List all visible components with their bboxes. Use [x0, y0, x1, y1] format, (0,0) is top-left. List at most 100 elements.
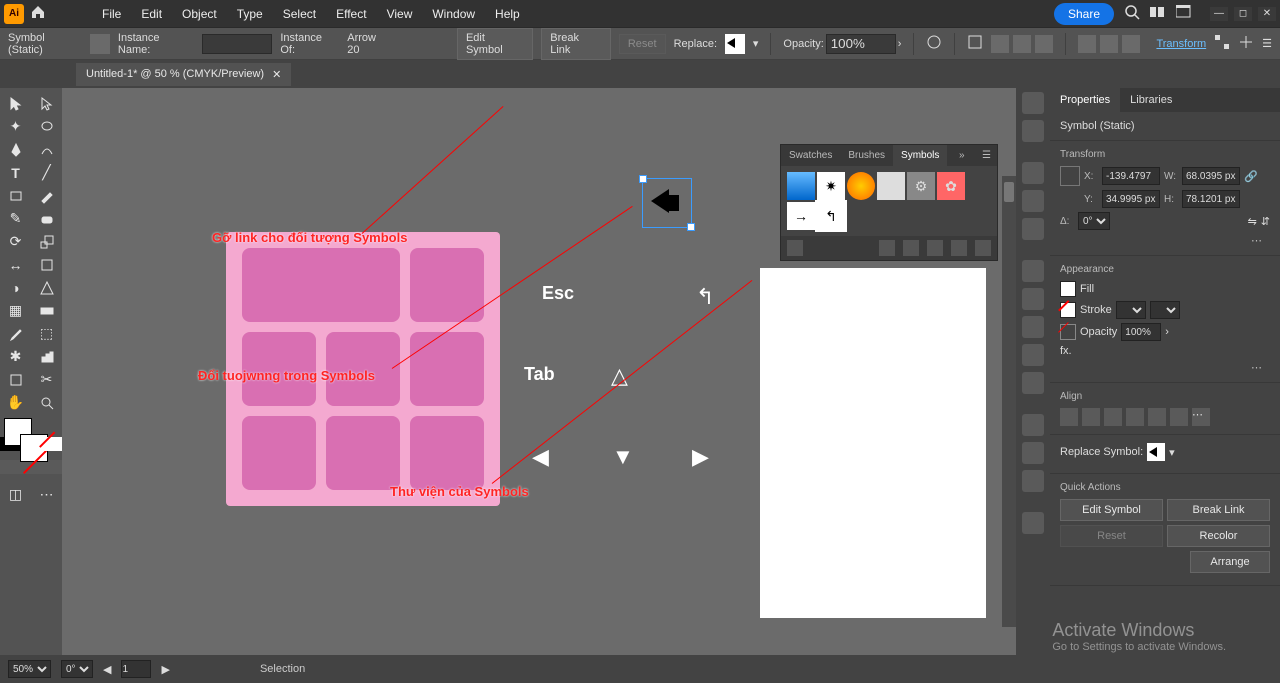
symbol-thumb-4[interactable]: [877, 172, 905, 200]
swatches-tab[interactable]: Swatches: [781, 145, 840, 166]
symbol-thumb-3[interactable]: [847, 172, 875, 200]
align-top-icon[interactable]: [1078, 35, 1096, 53]
align-hc-icon[interactable]: [1082, 408, 1100, 426]
x-input[interactable]: [1102, 167, 1160, 185]
selected-symbol-instance[interactable]: [642, 178, 692, 228]
none-mode-icon[interactable]: [41, 437, 62, 451]
blend-tool[interactable]: ⬚: [31, 322, 62, 345]
appearance-panel-icon[interactable]: [1022, 344, 1044, 366]
reference-point-icon[interactable]: [1060, 166, 1080, 186]
symbol-options-icon[interactable]: [927, 240, 943, 256]
brushes-tab[interactable]: Brushes: [840, 145, 893, 166]
symbol-libraries-icon[interactable]: [787, 240, 803, 256]
symbol-thumb-5[interactable]: ⚙: [907, 172, 935, 200]
menu-file[interactable]: File: [92, 7, 131, 21]
break-link-button[interactable]: Break Link: [541, 28, 611, 60]
recolor-icon[interactable]: [926, 34, 942, 53]
scale-tool[interactable]: [31, 230, 62, 253]
window-maximize[interactable]: ◻: [1234, 7, 1252, 21]
mesh-tool[interactable]: ▦: [0, 299, 31, 322]
edit-toolbar-icon[interactable]: ⋯: [31, 483, 62, 506]
menu-object[interactable]: Object: [172, 7, 227, 21]
align-bottom-icon[interactable]: [1122, 35, 1140, 53]
fx-label[interactable]: fx.: [1060, 345, 1072, 357]
stroke-profile-select[interactable]: [1150, 301, 1180, 319]
align-l-icon[interactable]: [1060, 408, 1078, 426]
delete-symbol-icon[interactable]: [975, 240, 991, 256]
replace-dropdown-icon[interactable]: ▾: [753, 37, 759, 50]
graph-tool[interactable]: [31, 345, 62, 368]
layers-panel-icon[interactable]: [1022, 414, 1044, 436]
symbols-tab[interactable]: Symbols: [893, 145, 947, 166]
menu-select[interactable]: Select: [273, 7, 326, 21]
shape-builder-tool[interactable]: ◑: [0, 276, 31, 299]
symbol-thumb-6[interactable]: ✿: [937, 172, 965, 200]
artboard-next-icon[interactable]: ▶: [161, 663, 169, 676]
symbol-type-icon[interactable]: [90, 34, 110, 54]
stroke-panel-icon[interactable]: [1022, 260, 1044, 282]
opacity-arrow-icon[interactable]: ›: [898, 38, 902, 50]
color-panel-icon[interactable]: [1022, 92, 1044, 114]
break-link-icon[interactable]: [903, 240, 919, 256]
window-close[interactable]: ✕: [1258, 7, 1276, 21]
menu-window[interactable]: Window: [422, 7, 485, 21]
close-tab-icon[interactable]: ✕: [272, 68, 281, 81]
new-symbol-icon[interactable]: [951, 240, 967, 256]
stroke-swatch[interactable]: [1060, 302, 1076, 318]
width-tool[interactable]: ↔: [0, 253, 31, 276]
menu-help[interactable]: Help: [485, 7, 530, 21]
fill-swatch[interactable]: [1060, 281, 1076, 297]
replace-symbol-dropdown-icon[interactable]: ▾: [1169, 446, 1175, 459]
direct-selection-tool[interactable]: [31, 92, 62, 115]
type-tool[interactable]: T: [0, 161, 31, 184]
panel-collapse-icon[interactable]: »: [953, 145, 971, 166]
artboard-prev-icon[interactable]: ◀: [103, 663, 111, 676]
graphic-styles-panel-icon[interactable]: [1022, 372, 1044, 394]
h-input[interactable]: [1182, 190, 1240, 208]
rectangle-tool[interactable]: [0, 184, 31, 207]
symbol-sprayer-tool[interactable]: ✱: [0, 345, 31, 368]
rotate-select[interactable]: 0°: [61, 660, 93, 678]
w-input[interactable]: [1182, 167, 1240, 185]
free-transform-tool[interactable]: [31, 253, 62, 276]
zoom-tool[interactable]: [31, 391, 62, 414]
align-hcenter-icon[interactable]: [1013, 35, 1031, 53]
gradient-tool[interactable]: [31, 299, 62, 322]
place-symbol-icon[interactable]: [879, 240, 895, 256]
lasso-tool[interactable]: [31, 115, 62, 138]
align-vcenter-icon[interactable]: [1100, 35, 1118, 53]
instance-name-input[interactable]: [202, 34, 272, 54]
align-t-icon[interactable]: [1126, 408, 1144, 426]
symbol-thumb-1[interactable]: [787, 172, 815, 200]
artboard-tool[interactable]: [0, 368, 31, 391]
vertical-scrollbar[interactable]: [1002, 176, 1016, 627]
align-left-icon[interactable]: [991, 35, 1009, 53]
replace-thumb[interactable]: [725, 34, 745, 54]
align-more-icon[interactable]: ⋯: [1192, 408, 1210, 426]
properties-tab[interactable]: Properties: [1050, 88, 1120, 112]
search-icon[interactable]: [1124, 4, 1140, 23]
panel-menu-icon[interactable]: ☰: [976, 145, 997, 166]
screen-mode-icon[interactable]: ◫: [0, 483, 31, 506]
transform-more-icon[interactable]: ⋯: [1060, 234, 1270, 247]
transparency-panel-icon[interactable]: [1022, 316, 1044, 338]
symbols-panel-icon[interactable]: [1022, 218, 1044, 240]
arrange-docs-icon[interactable]: [1150, 5, 1166, 22]
swatches-panel-icon[interactable]: [1022, 162, 1044, 184]
curvature-tool[interactable]: [31, 138, 62, 161]
edit-symbol-button[interactable]: Edit Symbol: [457, 28, 533, 60]
zoom-select[interactable]: 50%: [8, 660, 51, 678]
replace-symbol-thumb[interactable]: [1147, 443, 1165, 461]
rotate-tool[interactable]: ⟳: [0, 230, 31, 253]
artboards-panel-icon[interactable]: [1022, 470, 1044, 492]
menu-view[interactable]: View: [377, 7, 423, 21]
perspective-tool[interactable]: [31, 276, 62, 299]
paintbrush-tool[interactable]: [31, 184, 62, 207]
align-to-icon[interactable]: [967, 34, 983, 53]
opacity-swatch[interactable]: [1060, 324, 1076, 340]
symbol-thumb-7[interactable]: →: [787, 202, 815, 230]
shaper-tool[interactable]: ✎: [0, 207, 31, 230]
flip-h-icon[interactable]: ⇋: [1248, 215, 1257, 228]
opacity-input[interactable]: [826, 34, 896, 54]
window-minimize[interactable]: —: [1210, 7, 1228, 21]
